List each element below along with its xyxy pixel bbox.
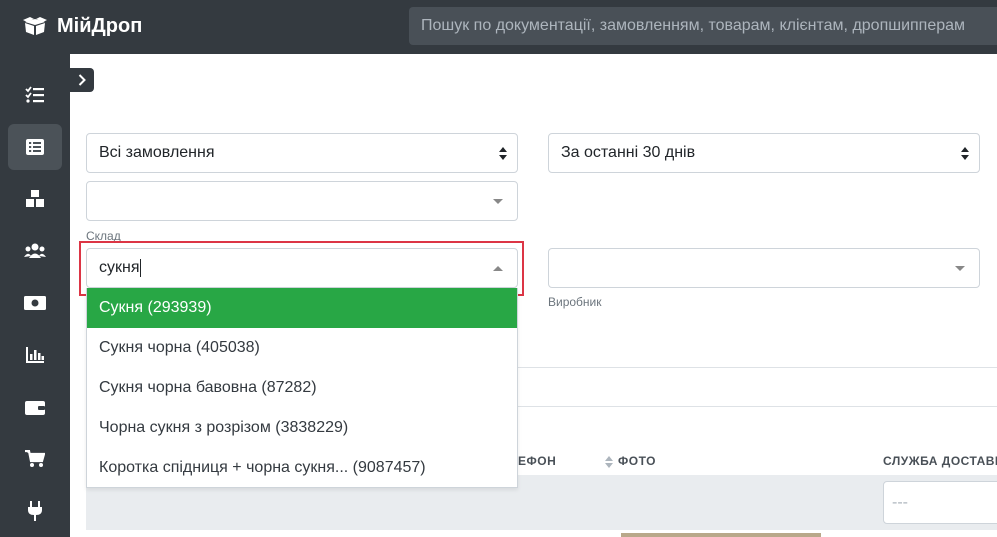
- list-icon: [26, 139, 44, 155]
- money-icon: [24, 296, 46, 310]
- boxes-icon: [26, 190, 44, 207]
- sidebar: [0, 54, 70, 537]
- sort-icon: [605, 455, 613, 468]
- sidebar-item-wallet[interactable]: [8, 384, 62, 430]
- orders-filter-value: Всі замовлення: [99, 144, 215, 161]
- sidebar-item-warehouse[interactable]: [8, 176, 62, 222]
- tasks-icon: [25, 86, 44, 103]
- wallet-icon: [25, 401, 45, 415]
- box-open-icon: [23, 17, 47, 35]
- product-photo: [621, 533, 821, 537]
- cart-icon: [25, 450, 45, 467]
- column-header-delivery[interactable]: СЛУЖБА ДОСТАВКИ: [883, 454, 997, 468]
- sidebar-item-tasks[interactable]: [8, 72, 62, 118]
- chevron-down-icon: [955, 266, 965, 271]
- sidebar-item-finance[interactable]: [8, 280, 62, 326]
- sidebar-item-integrations[interactable]: [8, 488, 62, 534]
- column-header-phone[interactable]: ЕФОН: [518, 454, 556, 468]
- sidebar-toggle-button[interactable]: [70, 68, 94, 92]
- period-filter-value: За останні 30 днів: [561, 144, 696, 161]
- orders-filter-select[interactable]: Всі замовлення: [86, 133, 518, 173]
- brand-logo[interactable]: МійДроп: [22, 12, 142, 40]
- chevron-down-icon: [493, 199, 503, 204]
- manufacturer-select[interactable]: [548, 248, 980, 288]
- sort-updown-icon: [499, 147, 507, 160]
- chart-icon: [26, 347, 44, 363]
- global-search-input[interactable]: Пошук по документації, замовленням, това…: [409, 7, 997, 45]
- manufacturer-label: Виробник: [548, 295, 602, 309]
- dropdown-option[interactable]: Сукня чорна бавовна (87282): [87, 368, 517, 408]
- sidebar-item-reports[interactable]: [8, 332, 62, 378]
- chevron-right-icon: [78, 74, 86, 86]
- dropdown-option[interactable]: Сукня (293939): [87, 288, 517, 328]
- delivery-filter-input[interactable]: ---: [883, 481, 997, 524]
- top-navbar: МійДроп Пошук по документації, замовленн…: [0, 0, 997, 54]
- column-header-photo[interactable]: ФОТО: [605, 454, 656, 468]
- warehouse-select[interactable]: [86, 181, 518, 221]
- sidebar-item-clients[interactable]: [8, 228, 62, 274]
- dropdown-option[interactable]: Коротка спідниця + чорна сукня... (90874…: [87, 448, 517, 488]
- dropdown-option[interactable]: Чорна сукня з розрізом (3838229): [87, 408, 517, 448]
- sidebar-item-shop[interactable]: [8, 436, 62, 482]
- sidebar-item-orders[interactable]: [8, 124, 62, 170]
- period-filter-select[interactable]: За останні 30 днів: [548, 133, 980, 173]
- dropdown-option[interactable]: Сукня чорна (405038): [87, 328, 517, 368]
- users-icon: [24, 243, 46, 258]
- plug-icon: [28, 501, 42, 521]
- sort-updown-icon: [961, 147, 969, 160]
- brand-name: МійДроп: [57, 14, 143, 37]
- product-dropdown-list: Сукня (293939) Сукня чорна (405038) Сукн…: [86, 288, 518, 488]
